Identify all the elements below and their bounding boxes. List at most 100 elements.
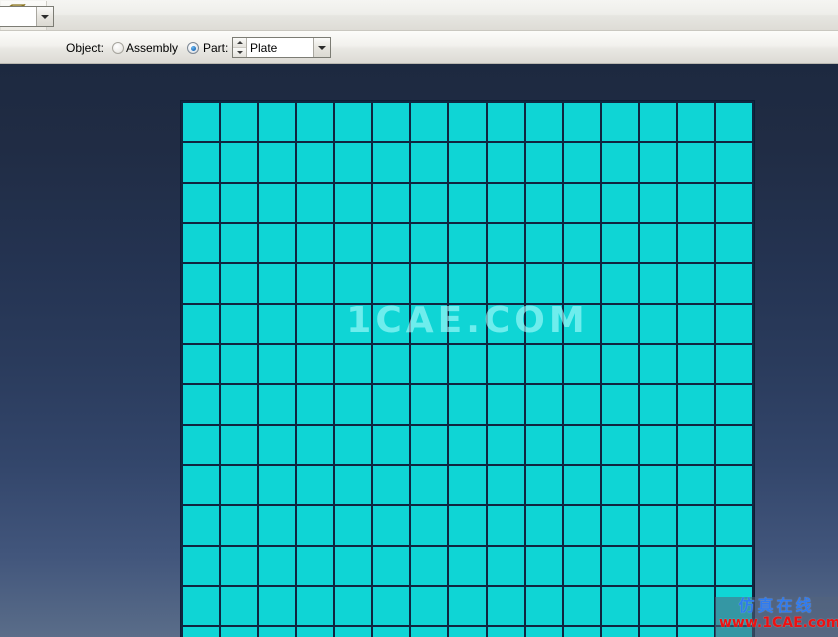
part-combo[interactable]: Plate xyxy=(232,37,331,58)
mesh-element[interactable] xyxy=(411,304,448,343)
mesh-element[interactable] xyxy=(335,546,372,585)
mesh-element[interactable] xyxy=(335,465,372,505)
mesh-element[interactable] xyxy=(677,264,714,303)
mesh-element[interactable] xyxy=(563,344,600,384)
mesh-element[interactable] xyxy=(487,385,524,424)
mesh-element[interactable] xyxy=(677,103,714,142)
mesh-element[interactable] xyxy=(639,425,676,464)
mesh-element[interactable] xyxy=(563,586,600,626)
mesh-element[interactable] xyxy=(487,183,524,222)
mesh-element[interactable] xyxy=(335,143,372,182)
mesh-element[interactable] xyxy=(373,586,410,626)
mesh-element[interactable] xyxy=(221,103,258,142)
mesh-element[interactable] xyxy=(335,425,372,464)
mesh-element[interactable] xyxy=(525,465,562,505)
mesh-element[interactable] xyxy=(487,264,524,303)
mesh-element[interactable] xyxy=(601,586,638,626)
mesh-element[interactable] xyxy=(639,143,676,182)
mesh-element[interactable] xyxy=(373,465,410,505)
mesh-element[interactable] xyxy=(373,304,410,343)
mesh-element[interactable] xyxy=(335,223,372,263)
mesh-element[interactable] xyxy=(297,264,334,303)
mesh-element[interactable] xyxy=(449,183,486,222)
mesh-element[interactable] xyxy=(715,506,752,545)
assembly-radio-button[interactable] xyxy=(112,42,124,54)
mesh-element[interactable] xyxy=(221,304,258,343)
mesh-element[interactable] xyxy=(297,103,334,142)
mesh-element[interactable] xyxy=(563,183,600,222)
mesh-element[interactable] xyxy=(601,425,638,464)
mesh-element[interactable] xyxy=(715,344,752,384)
mesh-element[interactable] xyxy=(411,627,448,637)
mesh-element[interactable] xyxy=(221,546,258,585)
mesh-element[interactable] xyxy=(221,344,258,384)
mesh-element[interactable] xyxy=(259,586,296,626)
mesh-element[interactable] xyxy=(715,103,752,142)
mesh-element[interactable] xyxy=(297,223,334,263)
mesh-element[interactable] xyxy=(297,385,334,424)
mesh-element[interactable] xyxy=(677,506,714,545)
mesh-element[interactable] xyxy=(677,385,714,424)
mesh-element[interactable] xyxy=(525,627,562,637)
mesh-element[interactable] xyxy=(487,425,524,464)
mesh-element[interactable] xyxy=(373,506,410,545)
mesh-element[interactable] xyxy=(411,385,448,424)
mesh-element[interactable] xyxy=(525,546,562,585)
mesh-element[interactable] xyxy=(335,627,372,637)
mesh-element[interactable] xyxy=(259,183,296,222)
mesh-element[interactable] xyxy=(259,385,296,424)
mesh-element[interactable] xyxy=(297,425,334,464)
mesh-element[interactable] xyxy=(639,627,676,637)
mesh-element[interactable] xyxy=(601,264,638,303)
mesh-element[interactable] xyxy=(221,506,258,545)
mesh-element[interactable] xyxy=(525,425,562,464)
mesh-element[interactable] xyxy=(335,506,372,545)
mesh-element[interactable] xyxy=(601,385,638,424)
mesh-element[interactable] xyxy=(335,103,372,142)
mesh-element[interactable] xyxy=(487,546,524,585)
mesh-element[interactable] xyxy=(411,103,448,142)
mesh-element[interactable] xyxy=(297,304,334,343)
mesh-element[interactable] xyxy=(563,627,600,637)
mesh-element[interactable] xyxy=(411,264,448,303)
mesh-element[interactable] xyxy=(221,385,258,424)
mesh-element[interactable] xyxy=(487,627,524,637)
mesh-element[interactable] xyxy=(183,506,220,545)
mesh-element[interactable] xyxy=(297,546,334,585)
mesh-element[interactable] xyxy=(297,506,334,545)
mesh-element[interactable] xyxy=(449,506,486,545)
mesh-element[interactable] xyxy=(297,344,334,384)
mesh-element[interactable] xyxy=(715,546,752,585)
mesh-element[interactable] xyxy=(373,103,410,142)
mesh-element[interactable] xyxy=(259,465,296,505)
mesh-element[interactable] xyxy=(411,465,448,505)
model-viewport[interactable]: 1CAE.COM xyxy=(0,64,838,637)
mesh-element[interactable] xyxy=(525,304,562,343)
mesh-element[interactable] xyxy=(487,103,524,142)
part-combo-arrow-button[interactable] xyxy=(313,38,330,57)
mesh-element[interactable] xyxy=(601,304,638,343)
mesh-element[interactable] xyxy=(449,304,486,343)
mesh-element[interactable] xyxy=(639,586,676,626)
mesh-element[interactable] xyxy=(601,627,638,637)
mesh-element[interactable] xyxy=(563,465,600,505)
mesh-element[interactable] xyxy=(411,586,448,626)
mesh-element[interactable] xyxy=(639,183,676,222)
mesh-element[interactable] xyxy=(221,586,258,626)
mesh-element[interactable] xyxy=(487,223,524,263)
mesh-element[interactable] xyxy=(259,627,296,637)
mesh-element[interactable] xyxy=(259,304,296,343)
mesh-element[interactable] xyxy=(677,546,714,585)
mesh-element[interactable] xyxy=(183,103,220,142)
mesh-element[interactable] xyxy=(601,546,638,585)
mesh-element[interactable] xyxy=(183,264,220,303)
mesh-element[interactable] xyxy=(639,506,676,545)
mesh-element[interactable] xyxy=(183,223,220,263)
assembly-label[interactable]: Assembly xyxy=(126,41,178,55)
mesh-element[interactable] xyxy=(449,344,486,384)
mesh-element[interactable] xyxy=(677,344,714,384)
mesh-element[interactable] xyxy=(221,183,258,222)
mesh-element[interactable] xyxy=(411,344,448,384)
mesh-element[interactable] xyxy=(715,264,752,303)
mesh-element[interactable] xyxy=(601,183,638,222)
